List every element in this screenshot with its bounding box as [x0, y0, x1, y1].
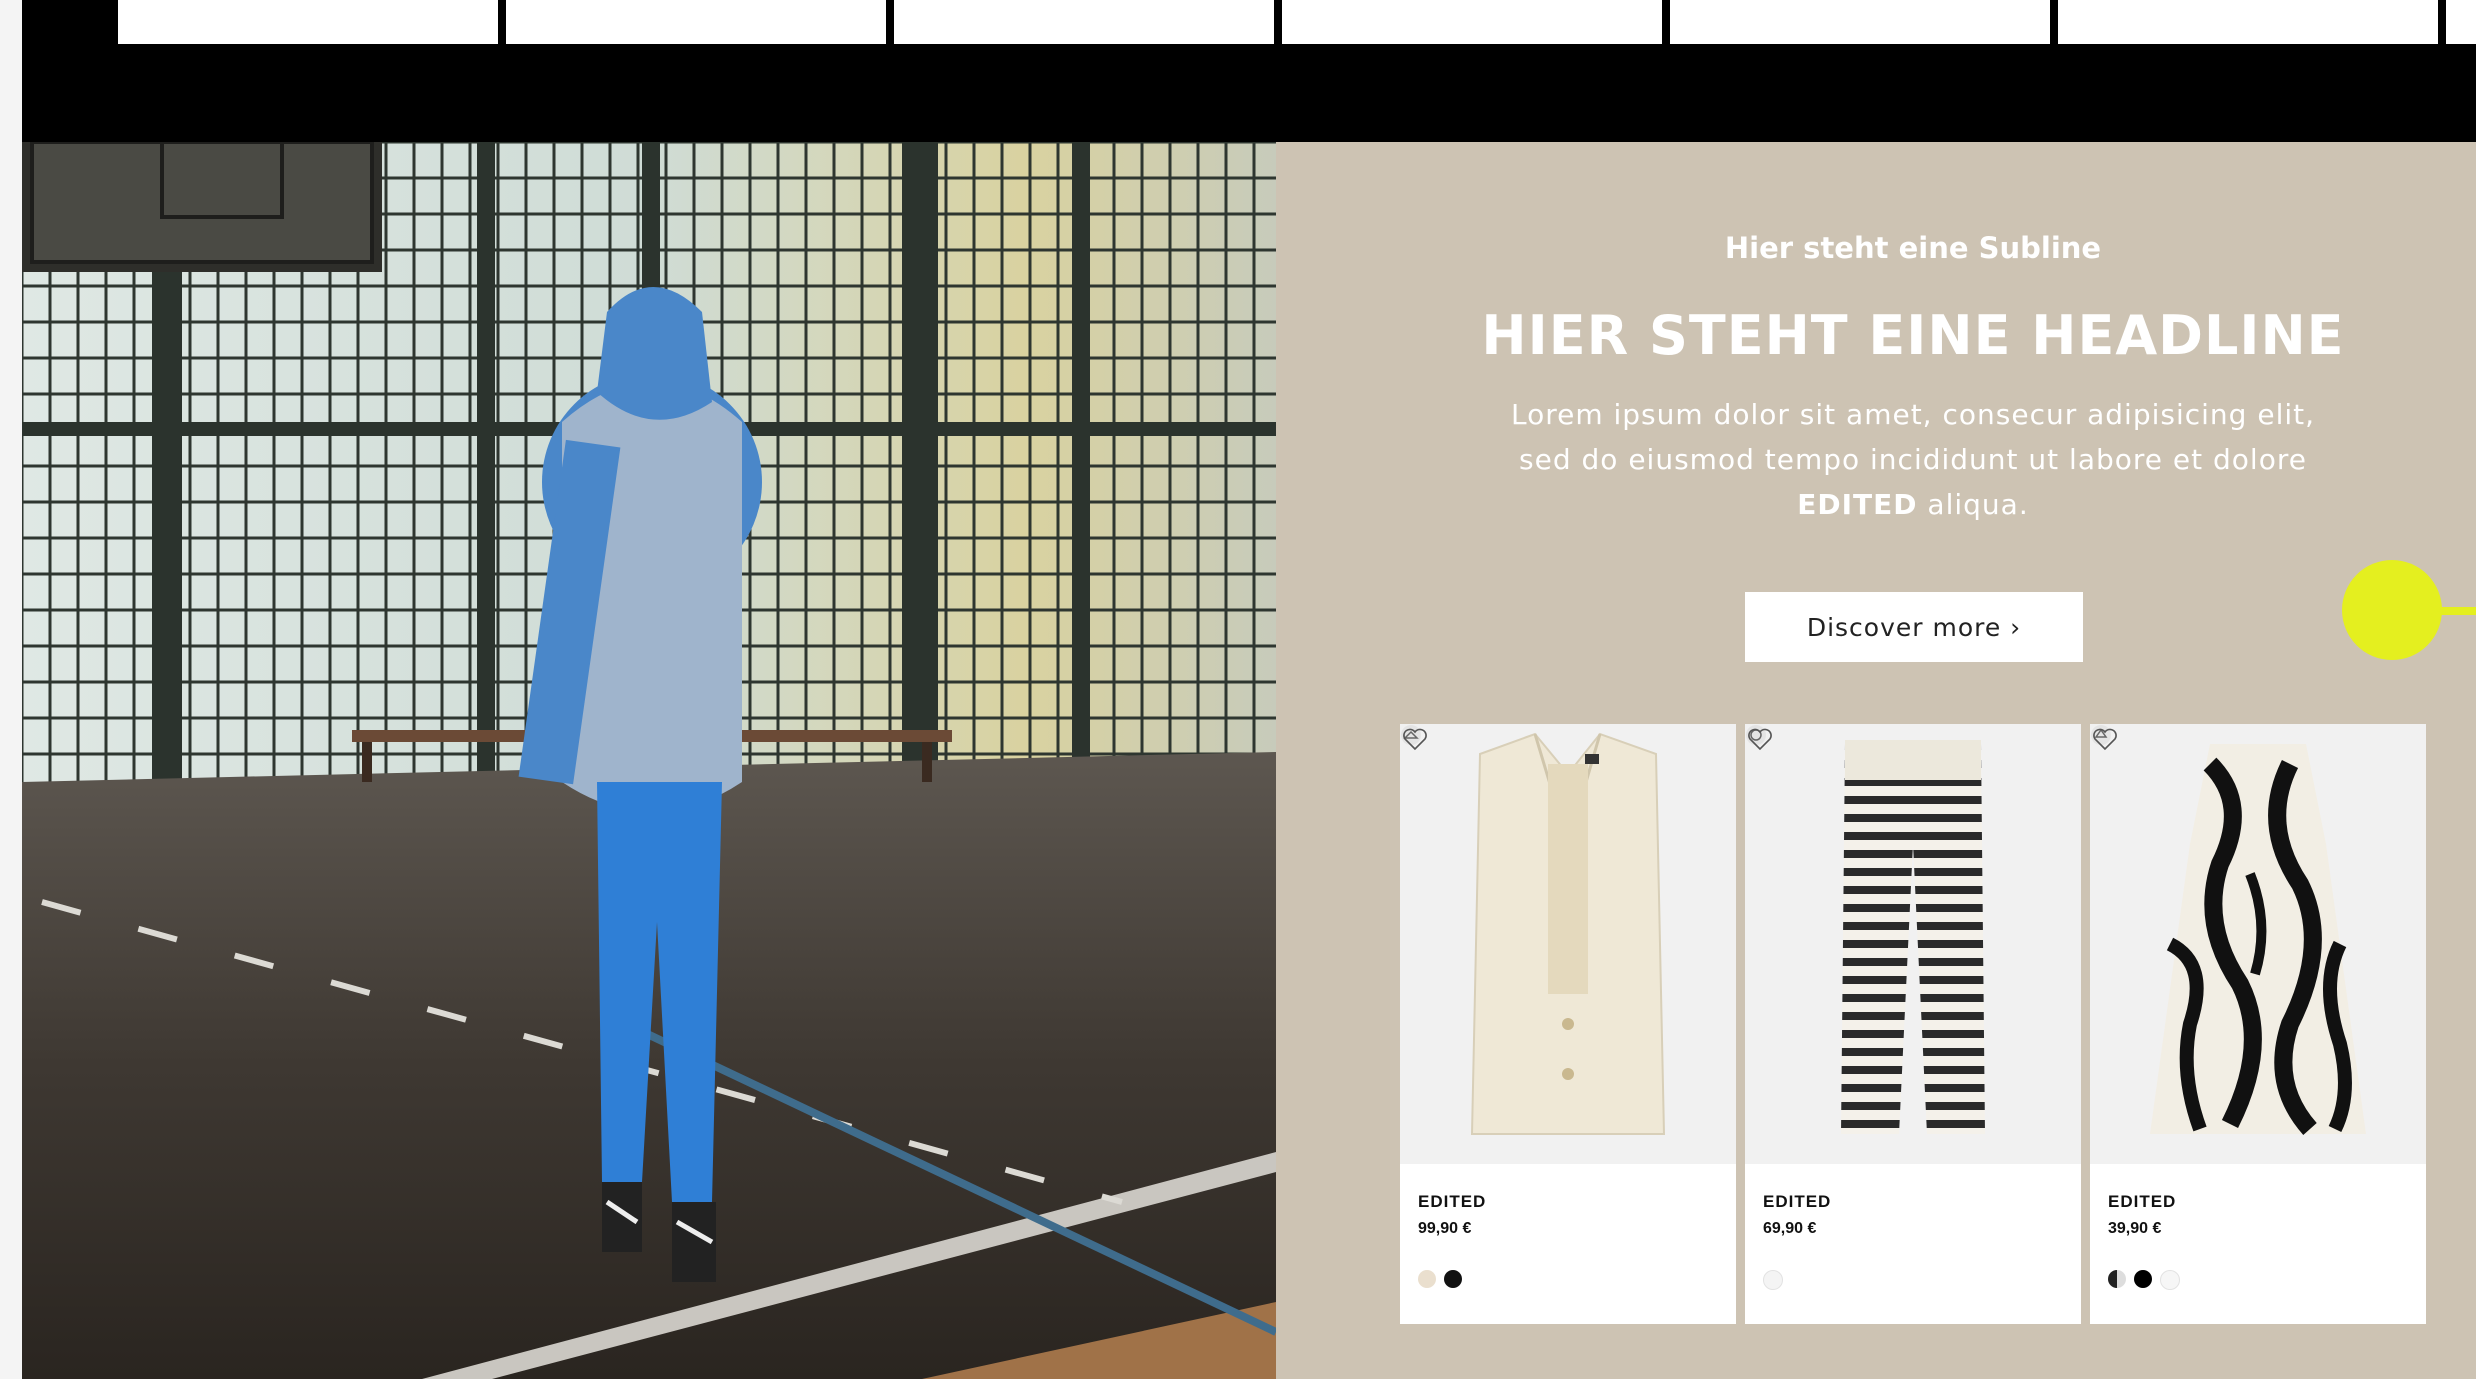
product-price: 39,90 € — [2108, 1220, 2162, 1237]
heart-icon[interactable] — [2090, 724, 2120, 754]
striped-pants-illustration — [1841, 740, 1985, 1134]
top-tab[interactable] — [2446, 0, 2476, 44]
heart-icon[interactable] — [1400, 724, 1430, 754]
product-card[interactable]: EDITED 99,90 € — [1400, 724, 1736, 1324]
heart-icon[interactable] — [1745, 724, 1775, 754]
annotation-marker — [2342, 560, 2442, 660]
discover-more-button[interactable]: Discover more › — [1745, 592, 2083, 662]
promo-body-line-1: Lorem ipsum dolor sit amet, consecur adi… — [1510, 398, 2316, 431]
vest-illustration — [1470, 732, 1666, 1135]
top-navigation-bar — [22, 0, 2476, 142]
product-price: 99,90 € — [1418, 1220, 1472, 1237]
product-image[interactable] — [1745, 724, 2081, 1164]
product-image[interactable] — [2090, 724, 2426, 1164]
promo-subline: Hier steht eine Subline — [1724, 231, 2102, 265]
color-swatches — [2108, 1270, 2180, 1290]
promo-body-line-2: sed do eiusmod tempo incididunt ut labor… — [1519, 443, 2307, 476]
promo-panel: Hier steht eine Subline HIER STEHT EINE … — [1276, 142, 2476, 1379]
annotation-pointer-line — [2430, 607, 2476, 615]
promo-body-end: aliqua. — [1917, 488, 2029, 521]
color-swatch[interactable] — [1418, 1270, 1436, 1288]
promo-body-text: Lorem ipsum dolor sit amet, consecur adi… — [1416, 392, 2410, 527]
gym-photo-illustration — [22, 142, 1276, 1379]
color-swatch[interactable] — [1763, 1270, 1783, 1290]
hero-image — [22, 142, 1276, 1379]
top-tab-row — [118, 0, 2476, 44]
top-tab[interactable] — [1670, 0, 2050, 44]
top-tab[interactable] — [2058, 0, 2438, 44]
product-card[interactable]: EDITED 39,90 € — [2090, 724, 2426, 1324]
left-edge-strip — [0, 0, 22, 1379]
product-price: 69,90 € — [1763, 1220, 1817, 1237]
product-brand: EDITED — [1763, 1192, 1832, 1211]
color-swatch[interactable] — [2134, 1270, 2152, 1288]
product-brand: EDITED — [2108, 1192, 2177, 1211]
zebra-top-illustration — [2150, 744, 2366, 1135]
color-swatch[interactable] — [2108, 1270, 2126, 1288]
product-card[interactable]: EDITED 69,90 € — [1745, 724, 2081, 1324]
top-tab[interactable] — [506, 0, 886, 44]
product-image[interactable] — [1400, 724, 1736, 1164]
color-swatches — [1418, 1270, 1462, 1288]
top-tab[interactable] — [1282, 0, 1662, 44]
product-brand: EDITED — [1418, 1192, 1487, 1211]
promo-headline: HIER STEHT EINE HEADLINE — [1481, 304, 2345, 367]
color-swatch[interactable] — [2160, 1270, 2180, 1290]
color-swatches — [1763, 1270, 1783, 1290]
top-tab[interactable] — [118, 0, 498, 44]
promo-body-bold: EDITED — [1797, 488, 1918, 521]
color-swatch[interactable] — [1444, 1270, 1462, 1288]
top-tab[interactable] — [894, 0, 1274, 44]
